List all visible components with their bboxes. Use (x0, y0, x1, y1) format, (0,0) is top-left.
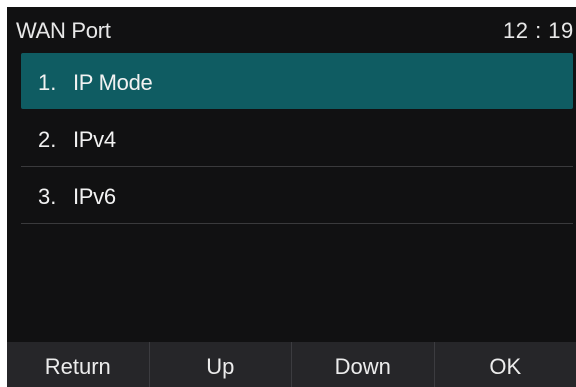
phone-screen: WAN Port 12 : 19 1. IP Mode 2. IPv4 3. I… (7, 7, 576, 387)
menu-item-label: IPv6 (73, 184, 116, 209)
menu-item-number: 2. (38, 127, 57, 152)
status-bar: WAN Port 12 : 19 (7, 7, 576, 53)
return-softkey[interactable]: Return (7, 342, 150, 387)
page-title: WAN Port (16, 18, 111, 43)
menu-list: 1. IP Mode 2. IPv4 3. IPv6 (21, 53, 573, 224)
menu-item-number: 1. (38, 70, 57, 95)
menu-item-ipv6[interactable]: 3. IPv6 (21, 167, 573, 224)
menu-item-ip-mode[interactable]: 1. IP Mode (21, 53, 573, 109)
up-softkey[interactable]: Up (150, 342, 292, 387)
menu-item-label: IP Mode (73, 70, 153, 95)
clock-time: 12 : 19 (503, 18, 574, 43)
menu-item-label: IPv4 (73, 127, 116, 152)
softkey-bar: Return Up Down OK (7, 342, 576, 387)
ok-softkey[interactable]: OK (435, 342, 576, 387)
down-softkey[interactable]: Down (292, 342, 435, 387)
menu-item-number: 3. (38, 184, 57, 209)
menu-item-ipv4[interactable]: 2. IPv4 (21, 110, 573, 167)
